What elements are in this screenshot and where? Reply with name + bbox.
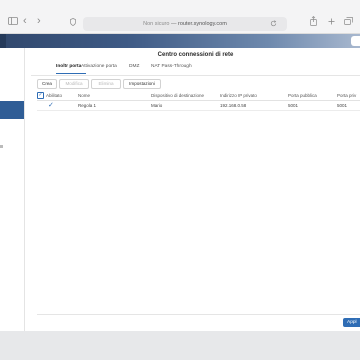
privacy-shield-icon[interactable] [70,18,76,26]
column-private-port[interactable]: Porta priv [337,93,356,98]
row-private-ip: 192.168.0.58 [220,103,247,108]
sidebar-item-active[interactable] [0,101,24,119]
back-button[interactable]: ‹ [23,16,27,27]
new-tab-icon[interactable] [328,18,335,25]
apply-button[interactable]: Appl [343,318,360,327]
tab-port-forwarding[interactable]: Inoltr porta [56,64,81,69]
sidebar [0,48,25,331]
table-header: ✓ Abilitato Nome Dispositivo di destinaz… [37,91,360,101]
network-center-window: Centro connessioni di rete Inoltr porta … [0,48,360,331]
create-button[interactable]: Crea [37,79,57,89]
browser-window: ‹ › Non sicuro — router.synology.com Cen… [0,0,360,331]
tab-nat-passthrough[interactable]: NAT Pass-Through [151,64,192,69]
url-separator: — [170,21,177,27]
column-enabled[interactable]: Abilitato [46,93,62,98]
user-menu-button[interactable] [351,36,360,46]
settings-button[interactable]: Impostazioni [123,79,161,89]
column-name[interactable]: Nome [78,93,90,98]
active-tab-indicator [56,73,86,74]
main-panel: Centro connessioni di rete Inoltr porta … [31,48,360,331]
row-enabled-check-icon[interactable]: ✓ [48,102,54,109]
forward-button[interactable]: › [37,16,41,27]
reload-icon[interactable] [270,20,277,27]
column-destination-device[interactable]: Dispositivo di destinazione [151,93,204,98]
table-row[interactable]: ✓ Regola 1 Mario 192.168.0.58 5001 5001 [37,101,360,111]
url-host: router.synology.com [178,21,227,27]
share-icon[interactable] [310,16,317,26]
row-name: Regola 1 [78,103,97,108]
column-private-ip[interactable]: Indirizzo IP privato [220,93,257,98]
row-private-port: 5001 [337,103,348,108]
dsm-taskbar [0,34,360,48]
browser-toolbar: ‹ › Non sicuro — router.synology.com [0,0,360,34]
select-all-checkbox[interactable]: ✓ [37,92,44,99]
not-secure-label: Non sicuro [143,21,170,27]
row-device: Mario [151,103,163,108]
address-bar[interactable]: Non sicuro — router.synology.com [83,17,287,31]
row-public-port: 5001 [288,103,299,108]
tab-divider [31,75,360,76]
tab-port-triggering[interactable]: Attivazione porta [81,64,117,69]
column-public-port[interactable]: Porta pubblica [288,93,317,98]
main-menu-button[interactable] [0,34,6,48]
sidebar-item-marker[interactable] [0,145,3,148]
edit-button[interactable]: Modifica [59,79,89,89]
tab-overview-icon[interactable] [344,17,353,25]
footer-divider [37,314,360,315]
tab-dmz[interactable]: DMZ [129,64,139,69]
delete-button[interactable]: Elimina [91,79,121,89]
sidebar-toggle-icon[interactable] [8,17,18,25]
window-title: Centro connessioni di rete [157,52,234,58]
